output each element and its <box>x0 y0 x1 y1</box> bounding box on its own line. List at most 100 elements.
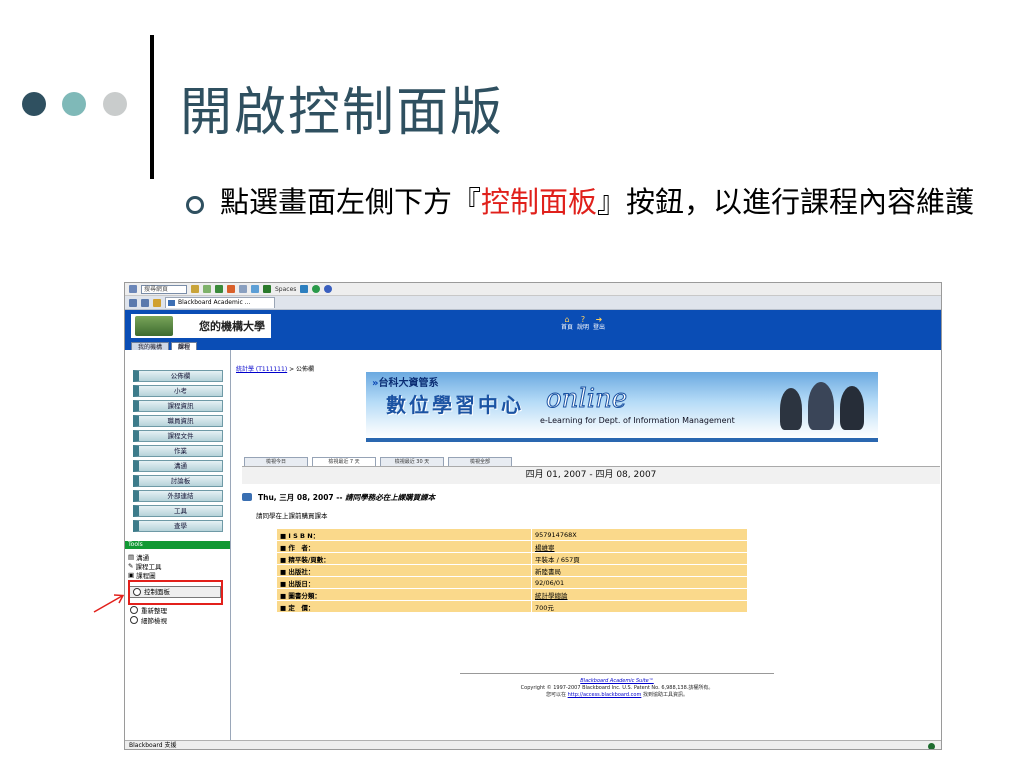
help-label: 說明 <box>577 324 590 331</box>
course-banner: »台科大資管系 數位學習中心 online e-Learning for Dep… <box>366 372 878 442</box>
tab-list-icon[interactable] <box>129 298 137 307</box>
breadcrumb: 統計學 (T111111) > 公佈欄 <box>236 364 314 373</box>
breadcrumb-course-link[interactable]: 統計學 (T111111) <box>236 366 287 373</box>
institution-logo[interactable]: 您的機構大學 <box>131 314 271 338</box>
book-info-value: 平裝本 / 657頁 <box>532 553 747 564</box>
home-link[interactable]: ⌂ 首頁 <box>561 316 573 332</box>
course-menu-item[interactable]: 溝通 <box>133 460 223 472</box>
refresh-button[interactable]: 重新整理 <box>130 605 167 615</box>
course-menu-item[interactable]: 課程文件 <box>133 430 223 442</box>
course-map-icon: ▣ <box>128 571 135 579</box>
book-info-value[interactable]: 楊維寧 <box>532 541 747 552</box>
book-info-value: 92/06/01 <box>532 577 747 588</box>
communication-icon: ▤ <box>128 553 135 561</box>
banner-main-title: 數位學習中心 <box>386 393 524 417</box>
help-icon[interactable] <box>324 285 333 293</box>
spaces-label[interactable]: Spaces <box>275 286 296 293</box>
tab-today[interactable]: 檢視今日 <box>244 457 308 466</box>
spaces-icon[interactable] <box>263 285 271 293</box>
campus-logo-icon <box>135 316 173 336</box>
add-icon[interactable] <box>203 285 211 293</box>
quick-tabs-icon[interactable] <box>141 298 149 307</box>
browser-tab-blackboard[interactable]: Blackboard Academic ... <box>165 297 275 308</box>
bullet-text: 點選畫面左側下方『控制面板』按鈕，以進行課程內容維護 <box>220 186 980 218</box>
banner-department: »台科大資管系 <box>372 374 438 389</box>
tool-course-map[interactable]: ▣ 課程圖 <box>128 570 156 580</box>
footer-accessibility: 您可以在 http://access.blackboard.com 找到協助工具… <box>460 692 774 699</box>
tool-label: 課程圖 <box>136 572 156 580</box>
mail-icon[interactable] <box>251 285 259 293</box>
footer-suite-link[interactable]: Blackboard Academic Suite™ <box>460 678 774 685</box>
book-info-row: 作 者：楊維寧 <box>277 541 747 552</box>
book-info-key: 出版日： <box>277 577 531 588</box>
footer-access-link[interactable]: http://access.blackboard.com <box>568 692 642 698</box>
book-info-value: 957914768X <box>532 529 747 540</box>
banner-subtitle: e-Learning for Dept. of Information Mana… <box>540 416 735 425</box>
book-info-row: 精平裝/頁數：平裝本 / 657頁 <box>277 553 747 564</box>
bullet-icon <box>186 196 204 214</box>
tab-last-7-days[interactable]: 檢視最近 7 天 <box>312 457 376 466</box>
title-divider <box>150 35 154 179</box>
course-sidebar: 公佈欄 小考 課程資訊 職員資訊 課程文件 作業 溝通 討論板 外部連結 工具 … <box>125 350 231 740</box>
status-text: Blackboard 支援 <box>129 742 177 749</box>
book-info-key: 定 價： <box>277 601 531 612</box>
bullet-text-before: 點選畫面左側下方『 <box>220 185 482 219</box>
home-label: 首頁 <box>561 324 574 331</box>
browser-tab-bar: Blackboard Academic ... <box>125 296 941 310</box>
zone-icon <box>928 743 935 749</box>
browser-search-input[interactable]: 搜尋網頁 <box>141 284 187 294</box>
book-info-value: 新陸書局 <box>532 565 747 576</box>
tab-all[interactable]: 檢視全部 <box>448 457 512 466</box>
book-info-key: I S B N： <box>277 529 531 540</box>
logout-link[interactable]: ➜ 登出 <box>593 316 605 332</box>
bullet-text-after: 』按鈕，以進行課程內容維護 <box>597 185 975 219</box>
news-icon[interactable] <box>239 285 247 293</box>
course-menu-item[interactable]: 公佈欄 <box>133 370 223 382</box>
book-info-row: 圖書分類：統計學總論 <box>277 589 747 600</box>
messenger-icon[interactable] <box>227 285 235 293</box>
announcement-heading: Thu, 三月 08, 2007 -- 請同學務必在上課購買課本 <box>242 492 435 503</box>
course-menu-item[interactable]: 小考 <box>133 385 223 397</box>
control-panel-highlight-box <box>128 580 223 605</box>
banner-department-label: 台科大資管系 <box>378 378 439 389</box>
footer-post: 找到協助工具資訊。 <box>641 692 688 698</box>
refresh-label: 重新整理 <box>141 607 167 615</box>
book-info-key: 精平裝/頁數： <box>277 553 531 564</box>
course-menu-item[interactable]: 查學 <box>133 520 223 532</box>
detail-view-icon <box>130 616 138 624</box>
book-info-rows: I S B N：957914768X作 者：楊維寧精平裝/頁數：平裝本 / 65… <box>277 529 747 612</box>
search-icon[interactable] <box>191 285 199 293</box>
person-figure <box>840 386 864 430</box>
person-figure <box>780 388 802 430</box>
course-menu-item[interactable]: 外部連結 <box>133 490 223 502</box>
favorites-icon[interactable] <box>153 298 161 307</box>
settings-icon[interactable] <box>312 285 321 293</box>
book-info-key: 圖書分類： <box>277 589 531 600</box>
detail-view-button[interactable]: 細節檢視 <box>130 615 167 625</box>
book-info-value[interactable]: 統計學總論 <box>532 589 747 600</box>
book-info-row: 出版日：92/06/01 <box>277 577 747 588</box>
course-menu-item[interactable]: 討論板 <box>133 475 223 487</box>
course-menu-item[interactable]: 課程資訊 <box>133 400 223 412</box>
decor-dot-dark <box>22 92 46 116</box>
help-icon: ? <box>580 315 586 324</box>
date-filter-tabs: 檢視今日 檢視最近 7 天 檢視最近 30 天 檢視全部 <box>244 457 512 466</box>
bb-header: 您的機構大學 ⌂ 首頁 ? 說明 ➜ 登出 我的機構 課程 <box>125 310 941 352</box>
decor-dot-teal <box>62 92 86 116</box>
help-link[interactable]: ? 說明 <box>577 316 589 332</box>
tab-last-30-days[interactable]: 檢視最近 30 天 <box>380 457 444 466</box>
plus-icon[interactable] <box>215 285 223 293</box>
browser-menu-icon[interactable] <box>129 285 137 293</box>
banner-online: online <box>545 384 628 415</box>
course-tools-icon: ✎ <box>128 562 134 570</box>
home-icon: ⌂ <box>564 315 570 324</box>
announcement-title: 請同學務必在上課購買課本 <box>345 493 436 502</box>
course-menu-item[interactable]: 工具 <box>133 505 223 517</box>
announcement-icon <box>242 493 252 501</box>
course-menu-item[interactable]: 職員資訊 <box>133 415 223 427</box>
msn-icon[interactable] <box>300 285 309 293</box>
course-menu-item[interactable]: 作業 <box>133 445 223 457</box>
book-info-key: 作 者： <box>277 541 531 552</box>
bb-top-links: ⌂ 首頁 ? 說明 ➜ 登出 <box>561 316 605 332</box>
person-figure <box>808 382 834 430</box>
